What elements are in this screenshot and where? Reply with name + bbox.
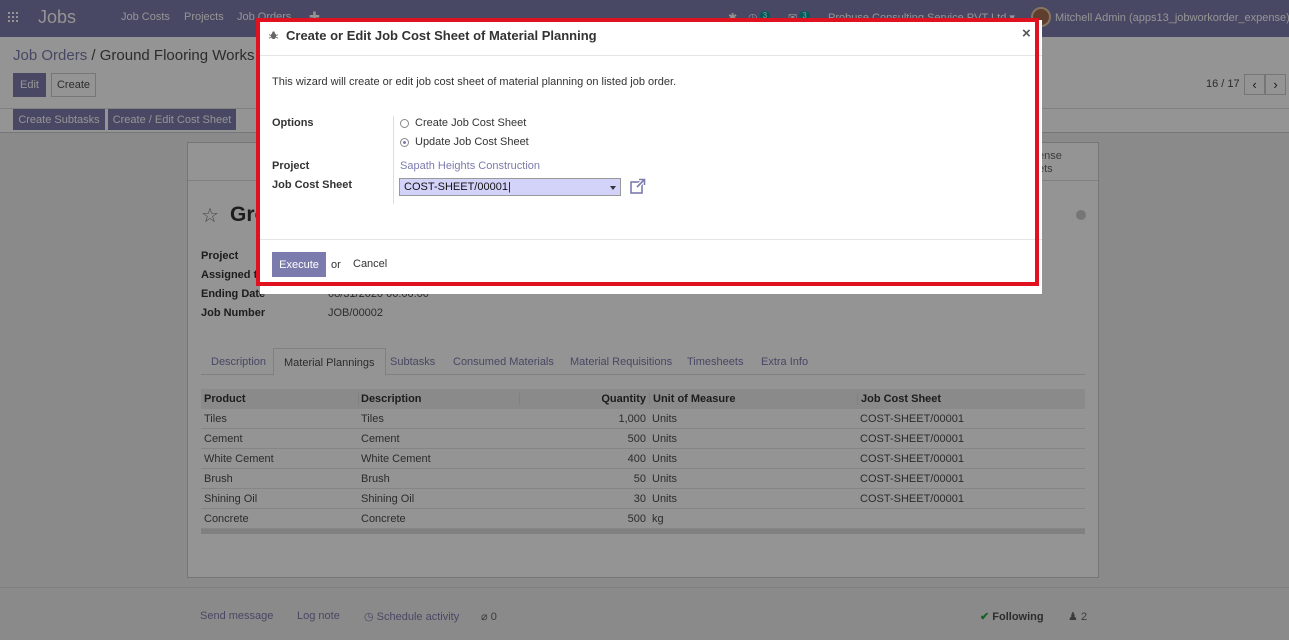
job-cost-sheet-select[interactable]: COST-SHEET/00001| xyxy=(399,178,621,196)
radio-update[interactable] xyxy=(400,137,409,147)
options-label: Options xyxy=(272,117,314,129)
field-separator xyxy=(393,116,394,204)
option-create-label: Create Job Cost Sheet xyxy=(415,117,527,129)
execute-button[interactable]: Execute xyxy=(272,252,326,277)
job-cost-sheet-wizard-dialog: Create or Edit Job Cost Sheet of Materia… xyxy=(260,20,1042,294)
or-text: or xyxy=(331,259,341,271)
close-icon[interactable]: × xyxy=(1022,25,1031,42)
bug-icon xyxy=(269,31,278,40)
chevron-down-icon[interactable] xyxy=(610,186,616,190)
cancel-button[interactable]: Cancel xyxy=(353,258,387,270)
modal-header: Create or Edit Job Cost Sheet of Materia… xyxy=(260,20,1042,56)
external-link-icon[interactable] xyxy=(629,178,647,196)
project-label: Project xyxy=(272,160,310,172)
modal-footer: Execute or Cancel xyxy=(260,239,1042,294)
option-update-cost-sheet[interactable]: Update Job Cost Sheet xyxy=(400,136,529,148)
option-create-cost-sheet[interactable]: Create Job Cost Sheet xyxy=(400,117,526,129)
project-link[interactable]: Sapath Heights Construction xyxy=(400,160,540,172)
job-cost-sheet-value: COST-SHEET/00001 xyxy=(404,181,508,193)
option-update-label: Update Job Cost Sheet xyxy=(415,136,529,148)
text-cursor: | xyxy=(507,181,511,193)
job-cost-sheet-label: Job Cost Sheet xyxy=(272,179,353,191)
modal-title: Create or Edit Job Cost Sheet of Materia… xyxy=(286,28,597,43)
wizard-intro-text: This wizard will create or edit job cost… xyxy=(272,76,677,88)
radio-create[interactable] xyxy=(400,118,409,128)
